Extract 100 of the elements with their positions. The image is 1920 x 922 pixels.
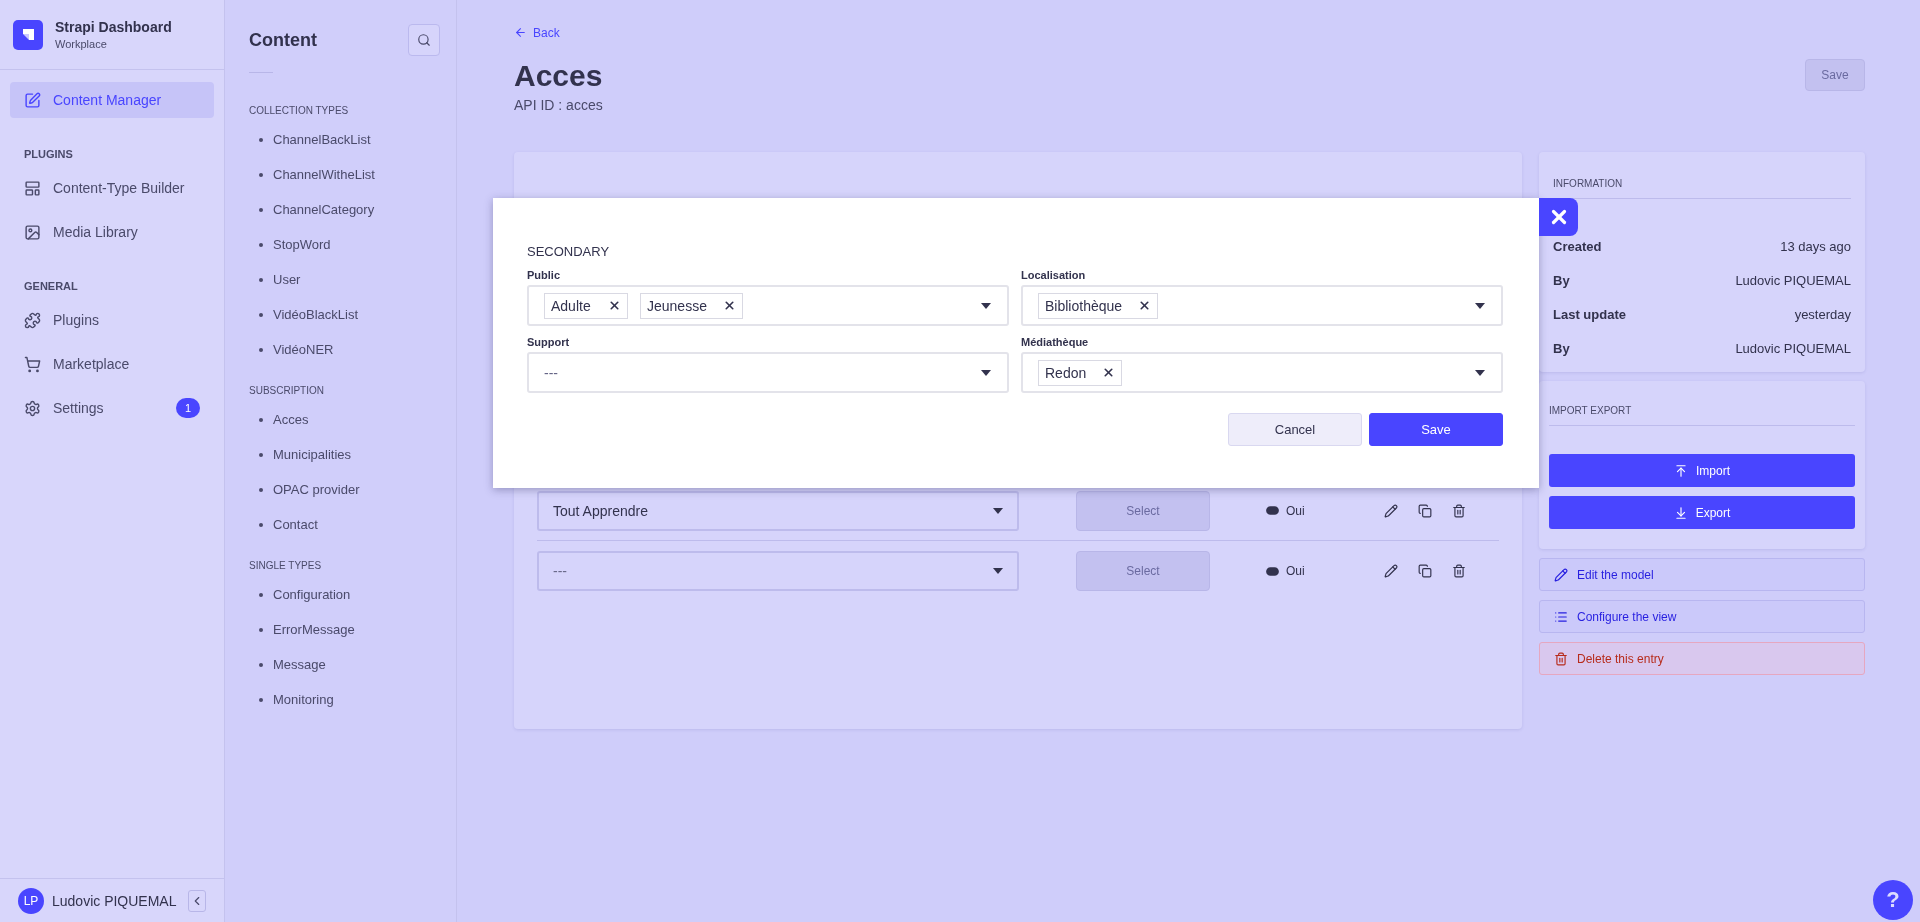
trash-icon[interactable] <box>1452 564 1466 578</box>
nav-heading: PLUGINS <box>23 147 74 162</box>
tag: Jeunesse <box>640 292 743 319</box>
section-heading: SUBSCRIPTION <box>249 385 325 396</box>
layout-icon <box>24 179 41 197</box>
sidebar-title: Content <box>249 29 317 51</box>
info-value: Ludovic PIQUEMAL <box>1735 340 1851 356</box>
cart-icon <box>24 355 41 373</box>
sidebar-link[interactable]: ChannelWitheList <box>249 157 440 192</box>
nav-item[interactable]: Plugins <box>10 302 214 338</box>
sidebar-link[interactable]: VidéoBlackList <box>249 297 440 332</box>
action-button[interactable]: Configure the view <box>1539 600 1865 633</box>
edit-icon[interactable] <box>1384 503 1398 518</box>
nav-item[interactable]: Settings 1 <box>10 390 214 426</box>
tag: Redon <box>1038 359 1123 386</box>
sidebar-link[interactable]: VidéoNER <box>249 332 440 367</box>
edit-icon[interactable] <box>1384 564 1398 578</box>
search-button[interactable] <box>408 24 440 56</box>
search-icon <box>417 33 431 47</box>
multiselect-field[interactable]: Redon <box>1021 352 1503 393</box>
nav-item[interactable]: Media Library <box>10 214 214 250</box>
page-title: Acces <box>514 59 603 93</box>
info-label: By <box>1553 340 1570 356</box>
remove-icon[interactable] <box>722 299 736 312</box>
close-button[interactable] <box>1539 198 1578 236</box>
arrow-left-icon <box>514 26 527 39</box>
cancel-button[interactable]: Cancel <box>1228 413 1362 446</box>
count-badge: 1 <box>176 398 200 418</box>
sidebar-link[interactable]: Configuration <box>249 577 440 612</box>
sidebar-link[interactable]: ChannelCategory <box>249 192 440 227</box>
multiselect-field[interactable]: Adulte Jeunesse <box>527 285 1009 326</box>
image-icon <box>24 223 41 241</box>
sidebar-link[interactable]: Monitoring <box>249 682 440 717</box>
select-button[interactable]: Select <box>1076 490 1210 531</box>
field-label: Médiathèque <box>1021 336 1090 348</box>
copy-icon[interactable] <box>1418 503 1432 518</box>
sidebar-link[interactable]: StopWord <box>249 227 440 262</box>
info-value: yesterday <box>1794 306 1851 322</box>
sidebar-link[interactable]: User <box>249 262 440 297</box>
action-button[interactable]: Delete this entry <box>1539 642 1865 675</box>
nav-heading: GENERAL <box>23 279 79 294</box>
sidebar-link[interactable]: Message <box>249 647 440 682</box>
info-label: Created <box>1553 238 1602 254</box>
sidebar-link[interactable]: ErrorMessage <box>249 612 440 647</box>
sidebar-link[interactable]: ChannelBackList <box>249 122 440 157</box>
help-button[interactable]: ? <box>1873 880 1913 920</box>
settings-icon <box>24 399 41 417</box>
nav-item[interactable]: Marketplace <box>10 346 214 382</box>
info-value: 13 days ago <box>1780 238 1851 254</box>
info-label: By <box>1553 272 1570 288</box>
download-icon <box>1673 505 1688 520</box>
field-label: Support <box>527 336 571 348</box>
nav-item[interactable]: Content-Type Builder <box>10 170 214 206</box>
multiselect-field[interactable]: Bibliothèque <box>1021 285 1503 326</box>
select-field[interactable]: --- <box>537 551 1019 591</box>
back-link[interactable]: Back <box>514 25 560 40</box>
save-button[interactable]: Save <box>1369 413 1503 446</box>
caret-icon <box>993 507 1003 514</box>
toggle-switch[interactable]: Oui <box>1264 502 1384 519</box>
field-label: Public <box>527 269 561 281</box>
save-button[interactable]: Save <box>1805 59 1865 91</box>
section-heading: SINGLE TYPES <box>249 560 323 571</box>
tag: Adulte <box>544 292 628 319</box>
info-value: Ludovic PIQUEMAL <box>1735 272 1851 288</box>
logo-icon <box>13 19 43 50</box>
list-icon <box>1554 609 1568 624</box>
toggle-switch[interactable]: Oui <box>1264 562 1384 580</box>
import-export-button[interactable]: Export <box>1549 496 1855 529</box>
user-avatar: LP <box>18 887 44 914</box>
import-export-button[interactable]: Import <box>1549 454 1855 487</box>
field-label: Localisation <box>1021 269 1087 281</box>
select-button[interactable]: Select <box>1076 551 1210 591</box>
caret-icon <box>981 369 991 376</box>
remove-icon[interactable] <box>608 299 621 312</box>
card-heading: IMPORT EXPORT <box>1549 405 1855 426</box>
select-field[interactable]: Tout Apprendre <box>537 490 1019 531</box>
multiselect-field[interactable]: --- <box>527 352 1009 393</box>
tag: Bibliothèque <box>1038 292 1159 319</box>
section-heading: COLLECTION TYPES <box>249 105 350 116</box>
puzzle-icon <box>24 311 41 329</box>
action-button[interactable]: Edit the model <box>1539 558 1865 591</box>
info-label: Last update <box>1553 306 1626 322</box>
trash-icon <box>1554 651 1568 666</box>
pen-square-icon <box>24 91 41 109</box>
section-title: SECONDARY <box>527 244 611 259</box>
collapse-button[interactable] <box>188 889 206 912</box>
copy-icon[interactable] <box>1418 564 1432 578</box>
api-id: API ID : acces <box>514 97 603 113</box>
caret-icon <box>1475 302 1485 309</box>
user-name: Ludovic PIQUEMAL <box>52 892 177 909</box>
upload-icon <box>1674 463 1688 478</box>
pencil-icon <box>1554 567 1568 582</box>
sidebar-link[interactable]: Acces <box>249 402 440 437</box>
nav-item[interactable]: Content Manager <box>10 82 214 118</box>
caret-icon <box>1475 369 1485 376</box>
caret-icon <box>981 302 991 309</box>
trash-icon[interactable] <box>1452 503 1466 518</box>
sidebar-link[interactable]: OPAC provider <box>249 472 440 507</box>
sidebar-link[interactable]: Contact <box>249 507 440 542</box>
sidebar-link[interactable]: Municipalities <box>249 437 440 472</box>
